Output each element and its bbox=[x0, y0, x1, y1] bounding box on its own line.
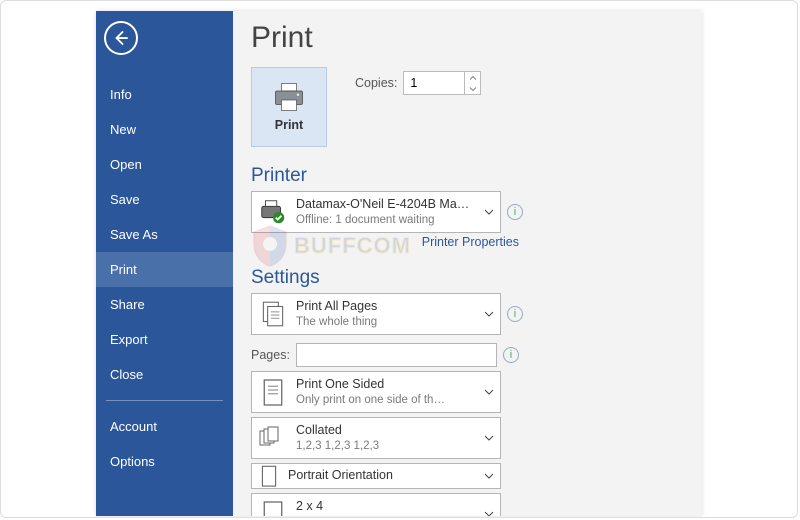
sidebar-item-share[interactable]: Share bbox=[96, 287, 233, 322]
sidebar-item-account[interactable]: Account bbox=[96, 409, 233, 444]
pages-info-icon[interactable]: i bbox=[503, 347, 519, 363]
chevron-down-icon bbox=[482, 434, 496, 442]
paper-size-icon bbox=[258, 499, 288, 516]
sides-dropdown[interactable]: Print One Sided Only print on one side o… bbox=[251, 371, 501, 413]
paper-title: 2 x 4 bbox=[296, 499, 474, 515]
print-range-subtitle: The whole thing bbox=[296, 315, 474, 329]
printer-name: Datamax-O'Neil E-4204B Ma… bbox=[296, 197, 474, 213]
print-range-info-icon[interactable]: i bbox=[507, 306, 523, 322]
sidebar-item-save[interactable]: Save bbox=[96, 182, 233, 217]
copies-decrement[interactable] bbox=[465, 83, 480, 94]
sidebar-item-options[interactable]: Options bbox=[96, 444, 233, 479]
portrait-icon bbox=[258, 465, 280, 487]
pages-icon bbox=[258, 299, 288, 329]
pages-input[interactable] bbox=[296, 343, 497, 367]
print-range-dropdown[interactable]: Print All Pages The whole thing bbox=[251, 293, 501, 335]
chevron-down-icon bbox=[482, 510, 496, 516]
back-button[interactable] bbox=[104, 21, 138, 55]
sidebar-item-info[interactable]: Info bbox=[96, 77, 233, 112]
copies-input[interactable] bbox=[404, 72, 464, 94]
orientation-dropdown[interactable]: Portrait Orientation bbox=[251, 463, 501, 489]
paper-subtitle: 5,33 cm x 10,16 cm bbox=[296, 515, 474, 516]
printer-status: Offline: 1 document waiting bbox=[296, 213, 474, 227]
sidebar-item-save-as[interactable]: Save As bbox=[96, 217, 233, 252]
print-range-title: Print All Pages bbox=[296, 299, 474, 315]
arrow-left-icon bbox=[112, 29, 130, 47]
sides-subtitle: Only print on one side of th… bbox=[296, 393, 474, 407]
sidebar-item-print[interactable]: Print bbox=[96, 252, 233, 287]
collation-subtitle: 1,2,3 1,2,3 1,2,3 bbox=[296, 439, 474, 453]
printer-info-icon[interactable]: i bbox=[507, 204, 523, 220]
orientation-title: Portrait Orientation bbox=[288, 468, 474, 484]
print-panel: Print Print Copies: bbox=[233, 11, 702, 516]
copies-label: Copies: bbox=[355, 76, 397, 90]
collated-icon bbox=[258, 423, 288, 453]
printer-icon bbox=[271, 82, 307, 112]
page-title: Print bbox=[251, 21, 684, 55]
print-button[interactable]: Print bbox=[251, 67, 327, 147]
chevron-down-icon bbox=[482, 388, 496, 396]
collation-title: Collated bbox=[296, 423, 474, 439]
sidebar-item-export[interactable]: Export bbox=[96, 322, 233, 357]
printer-status-icon bbox=[258, 197, 288, 227]
chevron-down-icon bbox=[482, 208, 496, 216]
settings-heading: Settings bbox=[251, 267, 684, 289]
copies-control: Copies: bbox=[355, 71, 481, 95]
copies-increment[interactable] bbox=[465, 72, 480, 83]
backstage-sidebar: Info New Open Save Save As Print Share E… bbox=[96, 11, 233, 516]
print-button-label: Print bbox=[275, 118, 303, 132]
sides-title: Print One Sided bbox=[296, 377, 474, 393]
sidebar-item-open[interactable]: Open bbox=[96, 147, 233, 182]
sidebar-item-new[interactable]: New bbox=[96, 112, 233, 147]
printer-heading: Printer bbox=[251, 165, 684, 187]
sidebar-separator bbox=[106, 400, 223, 401]
chevron-down-icon bbox=[482, 310, 496, 318]
page-single-icon bbox=[258, 377, 288, 407]
printer-properties-link[interactable]: Printer Properties bbox=[251, 235, 519, 249]
pages-label: Pages: bbox=[251, 348, 290, 362]
paper-size-dropdown[interactable]: 2 x 4 5,33 cm x 10,16 cm bbox=[251, 493, 501, 516]
chevron-down-icon bbox=[482, 472, 496, 480]
printer-dropdown[interactable]: Datamax-O'Neil E-4204B Ma… Offline: 1 do… bbox=[251, 191, 501, 233]
collation-dropdown[interactable]: Collated 1,2,3 1,2,3 1,2,3 bbox=[251, 417, 501, 459]
sidebar-item-close[interactable]: Close bbox=[96, 357, 233, 392]
